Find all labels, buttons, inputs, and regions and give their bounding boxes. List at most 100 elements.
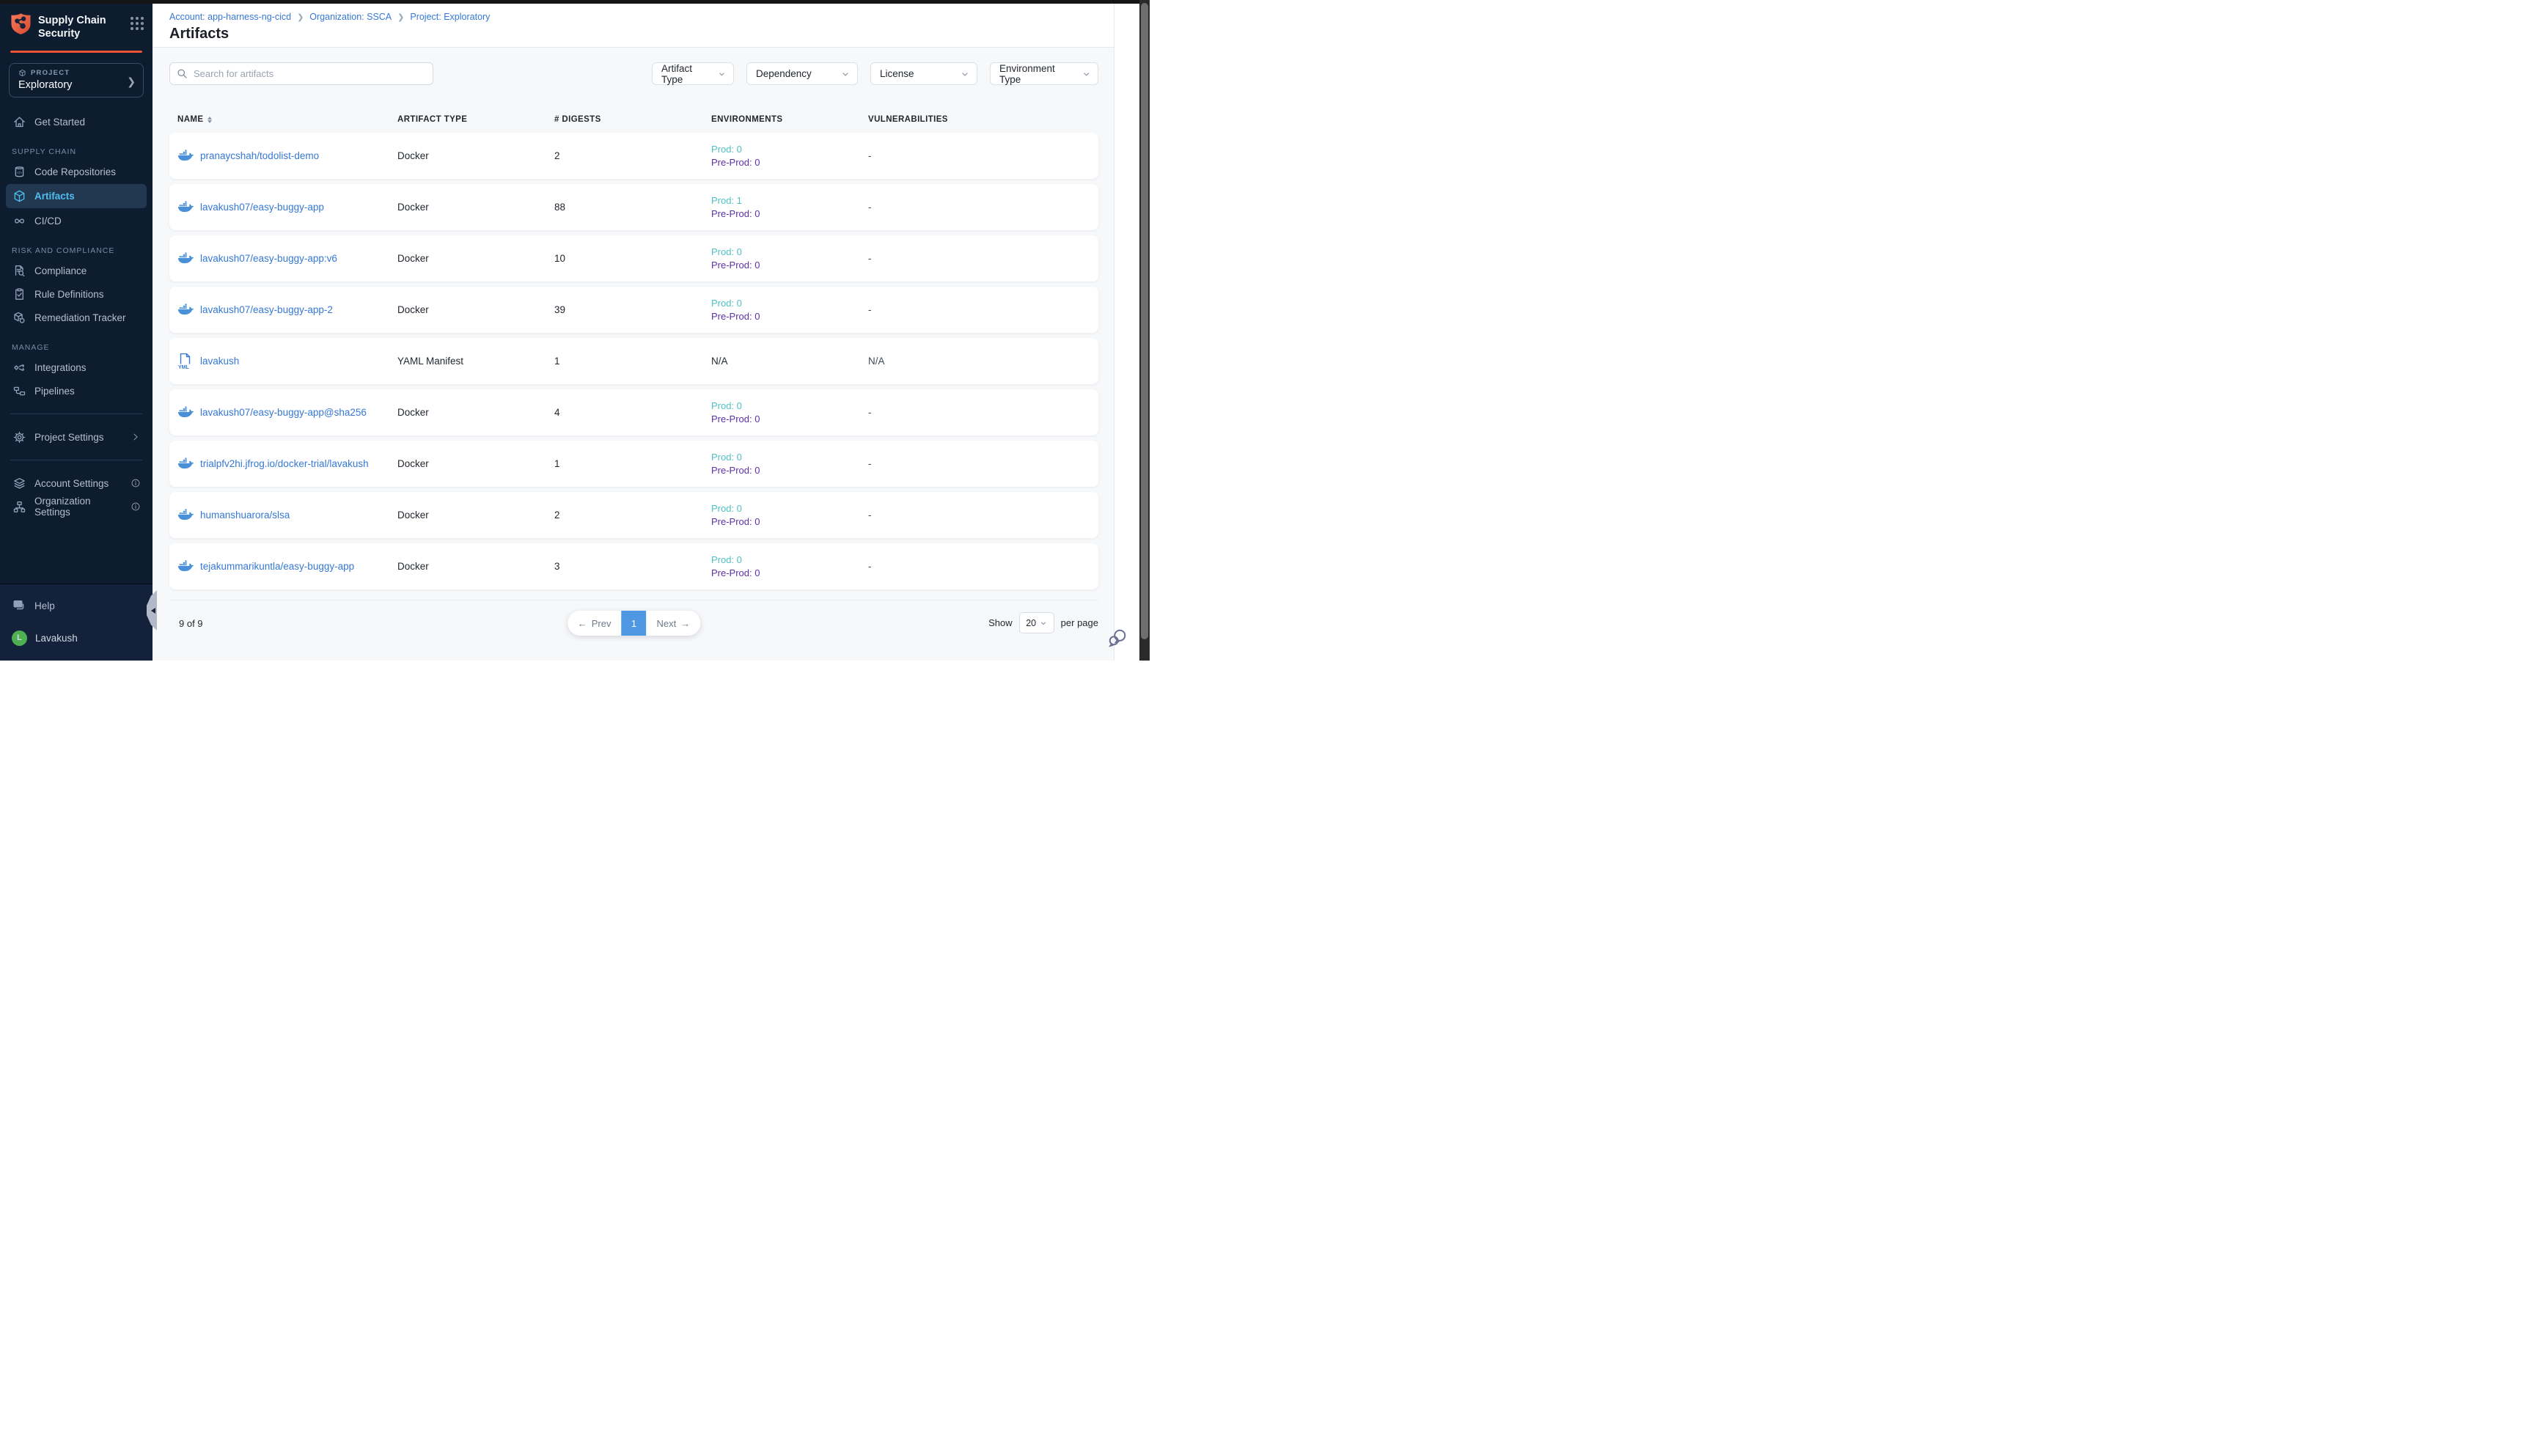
svg-text:YML: YML — [178, 365, 190, 369]
artifact-type-filter[interactable]: Artifact Type — [652, 62, 734, 85]
artifact-link[interactable]: lavakush07/easy-buggy-app@sha256 — [200, 407, 367, 418]
preprod-env-link[interactable]: Pre-Prod: 0 — [711, 259, 868, 272]
dependency-filter[interactable]: Dependency — [746, 62, 858, 85]
table-row[interactable]: tejakummarikuntla/easy-buggy-appDocker3P… — [169, 543, 1098, 589]
digests-cell: 39 — [554, 304, 711, 315]
preprod-env-link[interactable]: Pre-Prod: 0 — [711, 207, 868, 221]
artifact-type-cell: Docker — [397, 253, 554, 264]
project-name: Exploratory — [18, 79, 124, 91]
digests-cell: 2 — [554, 150, 711, 161]
help-button[interactable]: ? Help — [6, 595, 147, 617]
sidebar-item-project-settings[interactable]: Project Settings — [6, 426, 147, 448]
sidebar-item-artifacts[interactable]: Artifacts — [6, 184, 147, 208]
environments-cell: Prod: 0Pre-Prod: 0 — [711, 246, 868, 272]
sidebar-item-integrations[interactable]: Integrations — [6, 356, 147, 378]
prod-env-link[interactable]: Prod: 1 — [711, 194, 868, 207]
info-icon — [131, 478, 141, 488]
breadcrumb-project-link[interactable]: Project: Exploratory — [410, 12, 490, 22]
artifact-link[interactable]: tejakummarikuntla/easy-buggy-app — [200, 561, 354, 572]
table-row[interactable]: lavakush07/easy-buggy-appDocker88Prod: 1… — [169, 184, 1098, 230]
preprod-env-link[interactable]: Pre-Prod: 0 — [711, 413, 868, 426]
environments-cell: Prod: 0Pre-Prod: 0 — [711, 502, 868, 529]
vulnerabilities-cell: - — [868, 253, 1098, 264]
environments-cell: N/A — [711, 355, 868, 368]
table-row[interactable]: YMLlavakushYAML Manifest1N/AN/A — [169, 338, 1098, 384]
prod-env-link[interactable]: Prod: 0 — [711, 246, 868, 259]
column-header-artifact-type: ARTIFACT TYPE — [397, 115, 554, 124]
support-chat-icon[interactable] — [1107, 628, 1127, 647]
prod-env-link[interactable]: Prod: 0 — [711, 554, 868, 567]
prod-env-link[interactable]: Prod: 0 — [711, 502, 868, 515]
license-filter[interactable]: License — [870, 62, 977, 85]
sidebar-item-compliance[interactable]: Compliance — [6, 260, 147, 282]
column-header-name[interactable]: NAME — [177, 115, 397, 124]
module-switcher-icon[interactable] — [131, 17, 144, 30]
repo-icon: </> — [12, 164, 26, 179]
chevron-down-icon — [841, 70, 850, 78]
table-row[interactable]: trialpfv2hi.jfrog.io/docker-trial/lavaku… — [169, 441, 1098, 487]
sidebar: Supply Chain Security PROJECT Explorator… — [0, 4, 153, 661]
right-gutter — [1114, 4, 1139, 661]
prod-env-link[interactable]: Prod: 0 — [711, 451, 868, 464]
sidebar-item-organization-settings[interactable]: Organization Settings — [6, 496, 147, 518]
toolbar: Artifact Type Dependency License Environ… — [169, 62, 1098, 85]
pagination-bar: 9 of 9 ←Prev 1 Next→ Show 20 per page — [169, 600, 1098, 645]
artifact-type-cell: Docker — [397, 458, 554, 469]
prod-env-link[interactable]: Prod: 0 — [711, 297, 868, 310]
docker-icon — [177, 559, 194, 575]
digests-cell: 1 — [554, 458, 711, 469]
environment-type-filter[interactable]: Environment Type — [990, 62, 1098, 85]
project-selector[interactable]: PROJECT Exploratory ❯ — [9, 63, 144, 98]
artifact-link[interactable]: humanshuarora/slsa — [200, 510, 290, 521]
artifact-name-cell: lavakush07/easy-buggy-app — [177, 199, 397, 216]
artifact-link[interactable]: pranaycshah/todolist-demo — [200, 150, 319, 161]
prod-env-link[interactable]: Prod: 0 — [711, 143, 868, 156]
artifact-link[interactable]: trialpfv2hi.jfrog.io/docker-trial/lavaku… — [200, 458, 369, 469]
prev-page-button[interactable]: ←Prev — [568, 611, 622, 636]
prod-env-link[interactable]: Prod: 0 — [711, 400, 868, 413]
breadcrumb-org-link[interactable]: Organization: SSCA — [309, 12, 392, 22]
artifact-link[interactable]: lavakush07/easy-buggy-app — [200, 202, 324, 213]
preprod-env-link[interactable]: Pre-Prod: 0 — [711, 156, 868, 169]
docker-icon — [177, 148, 194, 164]
preprod-env-link[interactable]: Pre-Prod: 0 — [711, 310, 868, 323]
sidebar-item-label: Artifacts — [34, 191, 75, 202]
table-row[interactable]: humanshuarora/slsaDocker2Prod: 0Pre-Prod… — [169, 492, 1098, 538]
table-row[interactable]: lavakush07/easy-buggy-app:v6Docker10Prod… — [169, 235, 1098, 282]
table-row[interactable]: lavakush07/easy-buggy-app-2Docker39Prod:… — [169, 287, 1098, 333]
sidebar-item-label: Compliance — [34, 265, 87, 276]
vulnerabilities-cell: N/A — [868, 356, 1098, 367]
sidebar-item-code-repositories[interactable]: </>Code Repositories — [6, 161, 147, 183]
breadcrumb-separator-icon: ❯ — [397, 12, 404, 22]
artifact-link[interactable]: lavakush07/easy-buggy-app-2 — [200, 304, 333, 315]
breadcrumb-account-link[interactable]: Account: app-harness-ng-cicd — [169, 12, 291, 22]
sidebar-item-get-started[interactable]: Get Started — [6, 111, 147, 133]
sidebar-item-account-settings[interactable]: Account Settings — [6, 472, 147, 494]
sidebar-item-ci-cd[interactable]: CI/CD — [6, 210, 147, 232]
sidebar-section-label: RISK AND COMPLIANCE — [12, 246, 141, 255]
sidebar-item-rule-definitions[interactable]: Rule Definitions — [6, 283, 147, 305]
user-menu[interactable]: L Lavakush — [6, 627, 147, 649]
sidebar-section-label: SUPPLY CHAIN — [12, 147, 141, 156]
sidebar-item-pipelines[interactable]: Pipelines — [6, 380, 147, 402]
sidebar-item-remediation-tracker[interactable]: Remediation Tracker — [6, 306, 147, 328]
svg-text:?: ? — [16, 601, 20, 608]
page-size-select[interactable]: 20 — [1019, 612, 1054, 633]
artifact-name-cell: trialpfv2hi.jfrog.io/docker-trial/lavaku… — [177, 456, 397, 472]
preprod-env-link[interactable]: Pre-Prod: 0 — [711, 515, 868, 529]
page-number-button[interactable]: 1 — [622, 611, 647, 636]
artifact-link[interactable]: lavakush — [200, 356, 239, 367]
artifact-link[interactable]: lavakush07/easy-buggy-app:v6 — [200, 253, 337, 264]
docker-icon — [177, 507, 194, 523]
preprod-env-link[interactable]: Pre-Prod: 0 — [711, 567, 868, 580]
next-page-button[interactable]: Next→ — [647, 611, 701, 636]
docker-icon — [177, 251, 194, 267]
table-row[interactable]: lavakush07/easy-buggy-app@sha256Docker4P… — [169, 389, 1098, 435]
sort-icon[interactable] — [208, 117, 212, 123]
table-row[interactable]: pranaycshah/todolist-demoDocker2Prod: 0P… — [169, 133, 1098, 179]
scrollbar-thumb[interactable] — [1141, 3, 1148, 639]
search-input[interactable] — [169, 62, 433, 85]
environments-cell: Prod: 0Pre-Prod: 0 — [711, 451, 868, 477]
page-scrollbar[interactable] — [1139, 0, 1150, 661]
preprod-env-link[interactable]: Pre-Prod: 0 — [711, 464, 868, 477]
